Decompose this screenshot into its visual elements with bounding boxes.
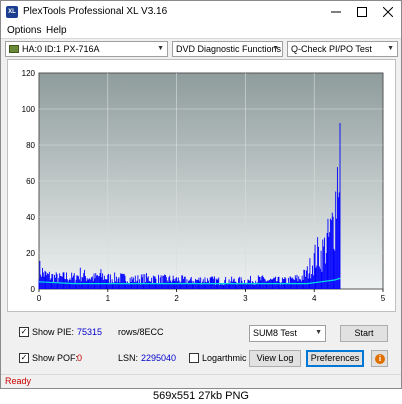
test-select-value: Q-Check PI/PO Test <box>291 44 372 54</box>
view-log-button[interactable]: View Log <box>249 350 301 367</box>
start-button[interactable]: Start <box>340 325 388 342</box>
minimize-button[interactable] <box>323 1 349 23</box>
drive-select-value: HA:0 ID:1 PX-716A <box>22 44 100 54</box>
show-pie-checkbox[interactable]: ✓ <box>19 327 29 337</box>
y-tick-label: 120 <box>22 69 36 78</box>
status-bar: Ready <box>1 374 401 388</box>
y-tick-label: 100 <box>22 105 36 114</box>
logarithmic-checkbox[interactable] <box>189 353 199 363</box>
sum-test-select[interactable]: SUM8 Test ▼ <box>249 325 326 342</box>
sum-test-value: SUM8 Test <box>253 328 297 338</box>
chevron-down-icon: ▼ <box>387 45 394 52</box>
menu-options[interactable]: Options <box>7 25 41 36</box>
close-button[interactable] <box>375 1 401 23</box>
y-tick-label: 60 <box>26 177 35 186</box>
show-pie-label: Show PIE: <box>32 327 75 337</box>
drive-select[interactable]: HA:0 ID:1 PX-716A ▼ <box>5 41 168 57</box>
toolbar: HA:0 ID:1 PX-716A ▼ DVD Diagnostic Funct… <box>1 39 401 59</box>
chevron-down-icon: ▼ <box>315 329 322 336</box>
maximize-button[interactable] <box>349 1 375 23</box>
show-pof-label: Show POF: <box>32 353 79 363</box>
image-caption: 569x551 27kb PNG <box>0 389 402 404</box>
pi-po-chart: 0 20 40 60 80 100 120 0 1 2 3 4 5 <box>22 69 386 303</box>
drive-icon <box>9 45 19 53</box>
lsn-label: LSN: <box>118 353 139 363</box>
pof-value: 0 <box>77 353 83 363</box>
pie-value: 75315 <box>77 327 103 337</box>
menu-bar: Options Help <box>1 23 401 39</box>
plextools-window: XL PlexTools Professional XL V3.16 Optio… <box>0 0 402 389</box>
preferences-button[interactable]: Preferences <box>306 350 364 367</box>
chart-panel: 0 20 40 60 80 100 120 0 1 2 3 4 5 <box>7 59 396 312</box>
menu-help[interactable]: Help <box>46 25 67 36</box>
chevron-down-icon: ▼ <box>157 45 164 52</box>
logarithmic-label: Logarthmic <box>202 353 247 363</box>
rows-label: rows/8ECC <box>118 327 164 337</box>
window-title: PlexTools Professional XL V3.16 <box>23 6 168 17</box>
x-tick-label: 4 <box>312 294 317 303</box>
function-select-value: DVD Diagnostic Functions <box>176 44 282 54</box>
chevron-down-icon: ▼ <box>272 45 279 52</box>
test-select[interactable]: Q-Check PI/PO Test ▼ <box>287 41 398 57</box>
checkmark-icon: ✓ <box>20 353 28 362</box>
show-pof-checkbox[interactable]: ✓ <box>19 353 29 363</box>
checkmark-icon: ✓ <box>20 327 28 336</box>
lsn-value: 2295040 <box>141 353 177 363</box>
minimize-icon <box>331 11 341 13</box>
title-bar[interactable]: XL PlexTools Professional XL V3.16 <box>1 1 401 23</box>
maximize-icon <box>357 7 367 17</box>
x-tick-label: 2 <box>174 294 179 303</box>
window-controls <box>323 1 401 23</box>
x-tick-label: 3 <box>243 294 248 303</box>
close-icon <box>383 7 393 17</box>
y-tick-label: 80 <box>26 141 35 150</box>
info-icon: i <box>375 354 385 364</box>
plextools-logo-icon: XL <box>6 6 18 18</box>
status-text: Ready <box>5 376 32 386</box>
x-tick-label: 5 <box>381 294 386 303</box>
x-tick-label: 0 <box>37 294 42 303</box>
y-tick-label: 40 <box>26 213 35 222</box>
function-select[interactable]: DVD Diagnostic Functions ▼ <box>172 41 283 57</box>
y-tick-label: 20 <box>26 249 35 258</box>
x-tick-label: 1 <box>106 294 111 303</box>
y-tick-label: 0 <box>31 285 36 294</box>
info-button[interactable]: i <box>371 350 388 367</box>
